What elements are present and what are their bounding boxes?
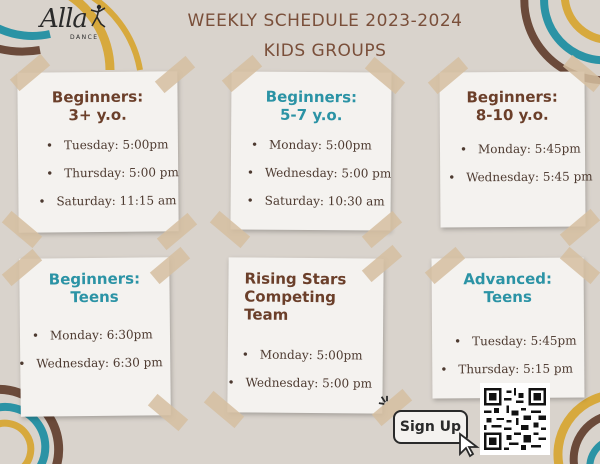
logo-subtitle: DANCE — [70, 34, 99, 41]
list-item: Thursday: 5:15 pm — [458, 361, 584, 377]
time-list: Tuesday: 5:45pm Thursday: 5:15 pm — [458, 333, 584, 377]
list-item: Tuesday: 5:00pm — [64, 137, 178, 152]
qr-code[interactable] — [480, 383, 550, 455]
logo-script: Alla — [40, 4, 88, 34]
list-item: Saturday: 10:30 am — [265, 194, 391, 209]
click-burst-icon — [378, 395, 388, 405]
time-list: Tuesday: 5:00pm Thursday: 5:00 pm Saturd… — [56, 137, 179, 208]
schedule-card-beginners-teens: Beginners: Teens Monday: 6:30pm Wednesda… — [19, 257, 171, 417]
list-item: Saturday: 11:15 am — [56, 193, 178, 208]
title-line-2: KIDS GROUPS — [263, 41, 387, 61]
qr-code-icon — [484, 388, 546, 450]
time-list: Monday: 5:00pm Wednesday: 5:00 pm — [246, 348, 383, 391]
schedule-card-rising-stars: Rising Stars Competing Team Monday: 5:00… — [227, 257, 384, 414]
page-title: WEEKLY SCHEDULE 2023-2024 KIDS GROUPS — [160, 6, 490, 66]
time-list: Monday: 5:45pm Wednesday: 5:45 pm — [466, 141, 593, 185]
dancer-icon — [90, 4, 106, 28]
card-title: Advanced: Teens — [463, 269, 553, 307]
title-line-1: WEEKLY SCHEDULE 2023-2024 — [187, 11, 463, 31]
list-item: Wednesday: 6:30 pm — [36, 355, 170, 370]
card-title: Beginners: 5-7 y.o. — [265, 87, 358, 125]
time-list: Monday: 6:30pm Wednesday: 6:30 pm — [36, 327, 170, 370]
list-item: Thursday: 5:00 pm — [64, 165, 179, 180]
cursor-icon — [459, 432, 480, 458]
list-item: Monday: 5:00pm — [269, 138, 391, 153]
list-item: Wednesday: 5:00 pm — [246, 375, 383, 390]
logo: Alla DANCE — [40, 4, 110, 44]
schedule-card-advanced-teens: Advanced: Teens Tuesday: 5:45pm Thursday… — [431, 257, 585, 399]
card-title: Beginners: 3+ y.o. — [51, 87, 144, 125]
schedule-card-beginners-5-7: Beginners: 5-7 y.o. Monday: 5:00pm Wedne… — [230, 71, 392, 231]
list-item: Monday: 5:45pm — [478, 141, 585, 157]
list-item: Monday: 6:30pm — [50, 327, 170, 342]
list-item: Monday: 5:00pm — [260, 348, 383, 363]
card-title: Beginners: Teens — [48, 269, 141, 307]
card-title: Beginners: 8-10 y.o. — [466, 87, 558, 125]
card-title: Rising Stars Competing Team — [244, 269, 347, 324]
schedule-card-beginners-3plus: Beginners: 3+ y.o. Tuesday: 5:00pm Thurs… — [17, 71, 179, 233]
sign-up-button[interactable]: Sign Up — [393, 410, 468, 444]
list-item: Wednesday: 5:00 pm — [265, 166, 392, 181]
list-item: Tuesday: 5:45pm — [472, 333, 584, 349]
schedule-card-beginners-8-10: Beginners: 8-10 y.o. Monday: 5:45pm Wedn… — [439, 71, 593, 228]
time-list: Monday: 5:00pm Wednesday: 5:00 pm Saturd… — [265, 138, 392, 209]
list-item: Wednesday: 5:45 pm — [466, 169, 593, 184]
